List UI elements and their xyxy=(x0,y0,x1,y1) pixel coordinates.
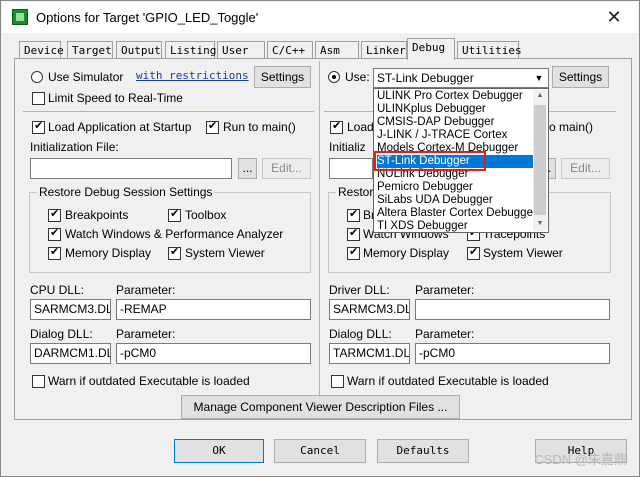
breakpoints-label: Breakpoints xyxy=(65,208,129,222)
restore-settings-title: Restore Debug Session Settings xyxy=(37,185,215,199)
right-system-viewer-label: System Viewer xyxy=(483,246,563,260)
right-dialog-dll-label: Dialog DLL: xyxy=(329,327,392,341)
toolbox-label: Toolbox xyxy=(185,208,227,222)
with-restrictions-link[interactable]: with restrictions xyxy=(136,69,249,82)
right-init-file-edit-button[interactable]: Edit... xyxy=(561,158,610,179)
cpu-dll-input[interactable]: SARMCM3.DLL xyxy=(30,299,111,320)
watch-windows-checkbox[interactable] xyxy=(48,226,61,241)
use-simulator-label: Use Simulator xyxy=(48,70,124,84)
tab-target[interactable]: Target xyxy=(67,41,113,59)
init-file-input[interactable] xyxy=(30,158,232,179)
dropdown-item[interactable]: Pemicro Debugger xyxy=(377,181,533,194)
watermark: CSDN @朱嘉鼎 xyxy=(534,452,627,467)
right-init-file-label: Initializ xyxy=(329,140,366,154)
cpu-param-input[interactable]: -REMAP xyxy=(116,299,311,320)
memory-display-checkbox[interactable] xyxy=(48,245,61,260)
run-to-main-label: Run to main() xyxy=(223,120,296,134)
left-dialog-dll-input[interactable]: DARMCM1.DLL xyxy=(30,343,111,364)
right-memory-display-label: Memory Display xyxy=(363,246,450,260)
dropdown-item[interactable]: ULINK Pro Cortex Debugger xyxy=(377,90,533,103)
right-watch-windows-checkbox[interactable] xyxy=(347,226,360,241)
cancel-button[interactable]: Cancel xyxy=(274,439,366,463)
options-dialog: Options for Target 'GPIO_LED_Toggle' ✕ D… xyxy=(0,0,640,477)
dropdown-item[interactable]: SiLabs UDA Debugger xyxy=(377,194,533,207)
use-debugger-radio[interactable] xyxy=(328,71,340,83)
driver-param-label: Parameter: xyxy=(415,283,475,297)
tab-user[interactable]: User xyxy=(217,41,265,59)
debugger-select-value: ST-Link Debugger xyxy=(377,71,474,85)
right-system-viewer-checkbox[interactable] xyxy=(467,245,480,260)
close-icon[interactable]: ✕ xyxy=(602,6,626,28)
init-file-edit-button[interactable]: Edit... xyxy=(262,158,311,179)
left-dialog-param-label: Parameter: xyxy=(116,327,176,341)
right-warn-checkbox[interactable] xyxy=(331,375,344,388)
dropdown-item[interactable]: J-LINK / J-TRACE Cortex xyxy=(377,129,533,142)
right-dialog-dll-input[interactable]: TARMCM1.DLL xyxy=(329,343,410,364)
right-memory-display-checkbox[interactable] xyxy=(347,245,360,260)
init-file-label: Initialization File: xyxy=(30,140,119,154)
right-dialog-param-label: Parameter: xyxy=(415,327,475,341)
right-init-file-input[interactable] xyxy=(329,158,373,179)
right-load-app-checkbox[interactable] xyxy=(330,119,343,134)
scrollbar-thumb[interactable] xyxy=(534,105,546,215)
breakpoints-checkbox[interactable] xyxy=(48,207,61,222)
chevron-down-icon[interactable]: ▼ xyxy=(531,70,547,86)
window-title: Options for Target 'GPIO_LED_Toggle' xyxy=(36,10,259,25)
right-run-to-main-label: o main() xyxy=(549,120,594,134)
left-warn-checkbox[interactable] xyxy=(32,375,45,388)
right-load-app-label: Load xyxy=(347,120,374,134)
tab-device[interactable]: Device xyxy=(19,41,64,59)
tab-debug[interactable]: Debug xyxy=(407,38,455,60)
debugger-select[interactable]: ST-Link Debugger ▼ xyxy=(373,68,549,88)
toolbox-checkbox[interactable] xyxy=(168,207,181,222)
right-breakpoints-checkbox[interactable] xyxy=(347,207,360,222)
tab-output[interactable]: Output xyxy=(116,41,162,59)
title-bar: Options for Target 'GPIO_LED_Toggle' ✕ xyxy=(2,2,638,33)
init-file-browse-button[interactable]: ... xyxy=(238,158,257,179)
tab-asm[interactable]: Asm xyxy=(315,41,359,59)
driver-dll-input[interactable]: SARMCM3.DLL xyxy=(329,299,410,320)
load-app-checkbox[interactable] xyxy=(32,119,45,134)
dropdown-item[interactable]: CMSIS-DAP Debugger xyxy=(377,116,533,129)
limit-speed-label: Limit Speed to Real-Time xyxy=(48,91,183,105)
driver-dll-label: Driver DLL: xyxy=(329,283,390,297)
simulator-settings-button[interactable]: Settings xyxy=(254,66,311,88)
use-simulator-radio[interactable] xyxy=(31,71,43,83)
right-dialog-param-input[interactable]: -pCM0 xyxy=(415,343,610,364)
defaults-button[interactable]: Defaults xyxy=(377,439,469,463)
watch-windows-label: Watch Windows & Performance Analyzer xyxy=(65,227,284,241)
limit-speed-checkbox[interactable] xyxy=(32,92,45,105)
ok-button[interactable]: OK xyxy=(174,439,264,463)
tab-linker[interactable]: Linker xyxy=(361,41,407,59)
selection-highlight-box xyxy=(374,151,486,171)
cpu-dll-label: CPU DLL: xyxy=(30,283,85,297)
tab-utilities[interactable]: Utilities xyxy=(457,41,522,59)
dropdown-item[interactable]: ULINKplus Debugger xyxy=(377,103,533,116)
load-app-label: Load Application at Startup xyxy=(48,120,192,134)
manage-component-viewer-button[interactable]: Manage Component Viewer Description File… xyxy=(181,395,460,419)
system-viewer-label: System Viewer xyxy=(185,246,265,260)
scroll-up-icon[interactable]: ▲ xyxy=(533,92,547,99)
memory-display-label: Memory Display xyxy=(65,246,152,260)
column-divider xyxy=(319,61,320,399)
dropdown-item[interactable]: TI XDS Debugger xyxy=(377,220,533,232)
dropdown-item[interactable]: Altera Blaster Cortex Debugger xyxy=(377,207,537,220)
left-dialog-dll-label: Dialog DLL: xyxy=(30,327,93,341)
left-dialog-param-input[interactable]: -pCM0 xyxy=(116,343,311,364)
keil-app-icon xyxy=(12,9,28,25)
cpu-param-label: Parameter: xyxy=(116,283,176,297)
use-label: Use: xyxy=(345,70,370,84)
scroll-down-icon[interactable]: ▼ xyxy=(533,220,547,227)
debugger-settings-button[interactable]: Settings xyxy=(552,66,609,88)
tab-listing[interactable]: Listing xyxy=(165,41,216,59)
dropdown-scrollbar[interactable]: ▲ ▼ xyxy=(533,90,547,231)
run-to-main-checkbox[interactable] xyxy=(206,119,219,134)
right-warn-label: Warn if outdated Executable is loaded xyxy=(347,374,549,388)
driver-param-input[interactable] xyxy=(415,299,610,320)
system-viewer-checkbox[interactable] xyxy=(168,245,181,260)
left-separator-1 xyxy=(23,111,314,112)
left-warn-label: Warn if outdated Executable is loaded xyxy=(48,374,250,388)
tab-c-cpp[interactable]: C/C++ xyxy=(267,41,313,59)
